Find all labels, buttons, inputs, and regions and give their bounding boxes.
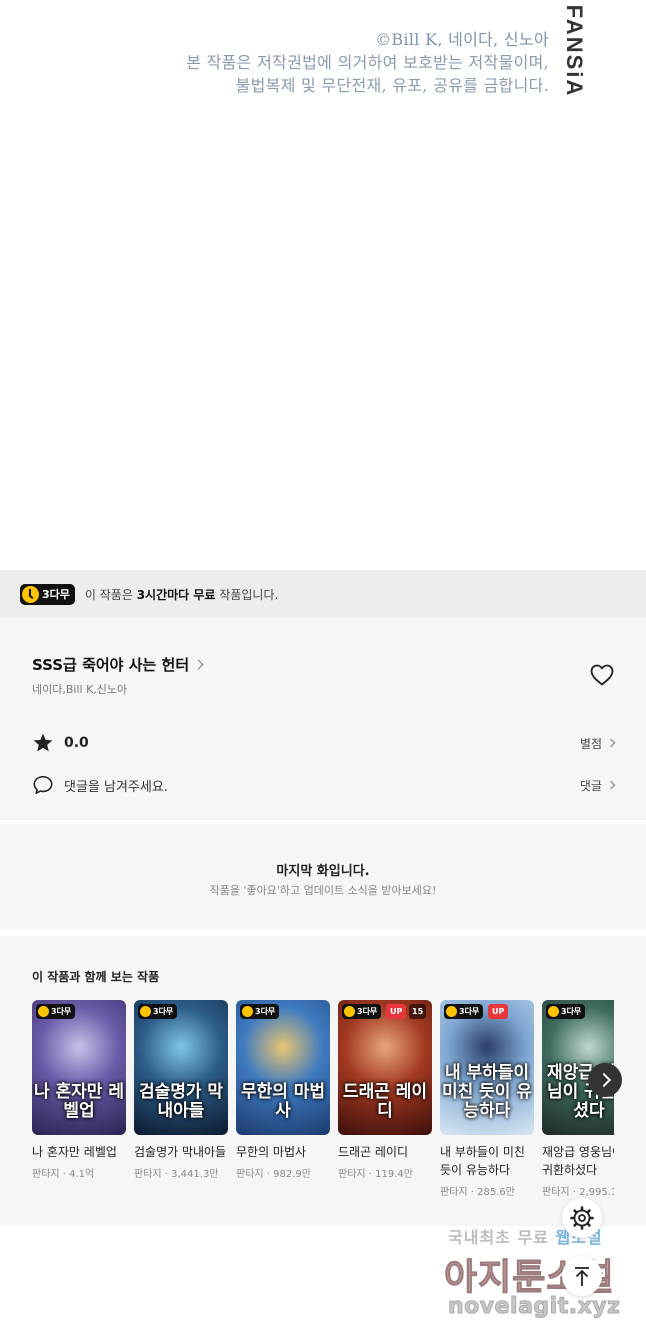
watermark: 국내최초 무료 웹소설 아지툰소설 novelagit.xyz (420, 1222, 640, 1332)
chevron-right-icon (606, 780, 616, 790)
recommendation-thumbnail[interactable]: 나 혼자만 레벨업 3다무 (32, 1000, 126, 1135)
recommendation-card[interactable]: 드래곤 레이디 3다무 UP 15 드래곤 레이디판타지 · 119.4만 (338, 1000, 432, 1180)
clock-icon (38, 1006, 49, 1017)
up-count-badge: 15 (409, 1004, 427, 1019)
recommendations-title: 이 작품과 함께 보는 작품 (32, 970, 160, 984)
copyright-line-2: 불법복제 및 무단전재, 유포, 공유를 금합니다. (235, 76, 549, 95)
last-episode-subtitle: 작품을 '좋아요'하고 업데이트 소식을 받아보세요! (209, 884, 437, 897)
comment-input[interactable]: 댓글을 남겨주세요. (64, 776, 168, 795)
free-badge: 3다무 (20, 583, 75, 605)
free-badge-label: 3다무 (51, 1007, 72, 1016)
clock-icon (446, 1006, 457, 1017)
clock-icon (22, 585, 39, 603)
comment-link[interactable]: 댓글 (579, 777, 616, 794)
free-badge-label: 3다무 (42, 588, 70, 601)
recommendation-meta: 판타지 · 4.1억 (32, 1169, 95, 1180)
watermark-line-1a: 국내최초 무료 (448, 1228, 556, 1247)
arrow-up-icon (575, 1267, 589, 1286)
free-badge: 3다무 (444, 1004, 484, 1019)
free-notice-suffix: 작품입니다. (215, 587, 279, 602)
work-info-panel: SSS급 죽어야 사는 헌터 네이다,Bill K,신노아 0.0 별점 댓글을… (0, 618, 646, 820)
copyright-text: ©Bill K, 네이다, 신노아 본 작품은 저작권법에 의거하여 보호받는 … (186, 28, 549, 97)
recommendation-meta: 판타지 · 285.6만 (440, 1187, 515, 1198)
settings-button[interactable] (562, 1198, 602, 1238)
free-badge: 3다무 (36, 1004, 76, 1019)
free-notice-bold: 3시간마다 무료 (136, 587, 216, 602)
recommendation-thumbnail[interactable]: 검술명가 막내아들 3다무 (134, 1000, 228, 1135)
recommendation-title: 나 혼자만 레벨업 (32, 1145, 117, 1159)
rating-link-label: 별점 (579, 736, 602, 751)
last-episode-panel: 마지막 화입니다. 작품을 '좋아요'하고 업데이트 소식을 받아보세요! (0, 824, 646, 930)
rating-row: 0.0 별점 (32, 730, 616, 756)
recommendation-thumbnail[interactable]: 내 부하들이 미친 듯이 유능하다 3다무 UP (440, 1000, 534, 1135)
chevron-right-icon (193, 659, 204, 670)
free-badge: 3다무 (546, 1004, 586, 1019)
free-notice-bar: 3다무 이 작품은 3시간마다 무료 작품입니다. (0, 570, 646, 618)
free-badge-label: 3다무 (255, 1007, 276, 1016)
clock-icon (242, 1006, 253, 1017)
fansia-logo: FANSiA (560, 2, 590, 102)
recommendation-cover-title: 내 부하들이 미친 듯이 유능하다 (441, 1063, 533, 1121)
copyright-line-1: 본 작품은 저작권법에 의거하여 보호받는 저작물이며, (186, 53, 549, 72)
free-badge: 3다무 (342, 1004, 382, 1019)
recommendation-meta: 판타지 · 982.9만 (236, 1169, 311, 1180)
free-notice-text: 이 작품은 3시간마다 무료 작품입니다. (85, 586, 278, 603)
recommendations-list: 나 혼자만 레벨업 3다무나 혼자만 레벨업판타지 · 4.1억 검술명가 막내아들… (32, 1000, 614, 1220)
recommendation-cover-title: 무한의 마법사 (240, 1082, 326, 1121)
rating-link[interactable]: 별점 (579, 735, 616, 752)
recommendation-title: 재앙급 영웅님이 귀환하셨다 (542, 1145, 614, 1177)
gear-icon (570, 1206, 594, 1230)
heart-icon[interactable] (590, 664, 614, 686)
recommendation-thumbnail[interactable]: 무한의 마법사 3다무 (236, 1000, 330, 1135)
chevron-right-icon (606, 738, 616, 748)
free-badge-label: 3다무 (357, 1007, 378, 1016)
comment-row: 댓글을 남겨주세요. 댓글 (32, 772, 616, 798)
recommendation-title: 검술명가 막내아들 (134, 1145, 227, 1159)
work-title: SSS급 죽어야 사는 헌터 (32, 656, 190, 674)
free-badge-label: 3다무 (459, 1007, 480, 1016)
free-badge: 3다무 (138, 1004, 178, 1019)
watermark-line-3: novelagit.xyz (447, 1294, 621, 1320)
free-notice-prefix: 이 작품은 (84, 587, 137, 602)
clock-icon (140, 1006, 151, 1017)
comment-link-label: 댓글 (579, 778, 602, 793)
copyright-notice: ©Bill K, 네이다, 신노아 본 작품은 저작권법에 의거하여 보호받는 … (0, 0, 646, 570)
recommendations-panel: 이 작품과 함께 보는 작품 나 혼자만 레벨업 3다무나 혼자만 레벨업판타지 … (0, 936, 646, 1226)
recommendation-meta: 판타지 · 2,995.1만 (542, 1187, 614, 1198)
rating-value: 0.0 (64, 735, 89, 751)
recommendation-cover-title: 검술명가 막내아들 (138, 1082, 224, 1121)
copyright-credit: ©Bill K, 네이다, 신노아 (375, 30, 549, 49)
recommendation-card[interactable]: 내 부하들이 미친 듯이 유능하다 3다무 UP 내 부하들이 미친 듯이 유능하다판… (440, 1000, 534, 1198)
up-badge: UP (386, 1004, 407, 1019)
recommendation-cover-title: 나 혼자만 레벨업 (33, 1082, 125, 1121)
free-badge-label: 3다무 (561, 1007, 582, 1016)
recommendation-cover-title: 드래곤 레이디 (342, 1082, 428, 1121)
speech-bubble-icon (33, 775, 53, 795)
work-authors: 네이다,Bill K,신노아 (32, 683, 128, 696)
up-badge: UP (488, 1004, 509, 1019)
work-title-link[interactable]: SSS급 죽어야 사는 헌터 (32, 654, 204, 675)
star-icon (33, 733, 53, 752)
clock-icon (548, 1006, 559, 1017)
scroll-to-top-button[interactable] (562, 1256, 602, 1296)
last-episode-title: 마지막 화입니다. (276, 864, 370, 879)
clock-icon (344, 1006, 355, 1017)
free-badge-label: 3다무 (153, 1007, 174, 1016)
recommendation-card[interactable]: 검술명가 막내아들 3다무검술명가 막내아들판타지 · 3,441.3만 (134, 1000, 228, 1180)
recommendation-card[interactable]: 재앙급 영웅님이 귀환하셨다3다무재앙급 영웅님이 귀환하셨다판타지 · 2,9… (542, 1000, 614, 1198)
next-arrow-button[interactable] (588, 1063, 622, 1097)
recommendation-title: 무한의 마법사 (236, 1145, 307, 1159)
recommendation-meta: 판타지 · 119.4만 (338, 1169, 413, 1180)
recommendation-meta: 판타지 · 3,441.3만 (134, 1169, 219, 1180)
free-badge: 3다무 (240, 1004, 280, 1019)
recommendation-card[interactable]: 나 혼자만 레벨업 3다무나 혼자만 레벨업판타지 · 4.1억 (32, 1000, 126, 1180)
recommendation-title: 내 부하들이 미친 듯이 유능하다 (440, 1145, 525, 1177)
recommendation-card[interactable]: 무한의 마법사 3다무무한의 마법사판타지 · 982.9만 (236, 1000, 330, 1180)
recommendation-title: 드래곤 레이디 (338, 1145, 409, 1159)
fansia-logo-text: FANSiA (562, 4, 587, 98)
recommendation-thumbnail[interactable]: 드래곤 레이디 3다무 UP 15 (338, 1000, 432, 1135)
